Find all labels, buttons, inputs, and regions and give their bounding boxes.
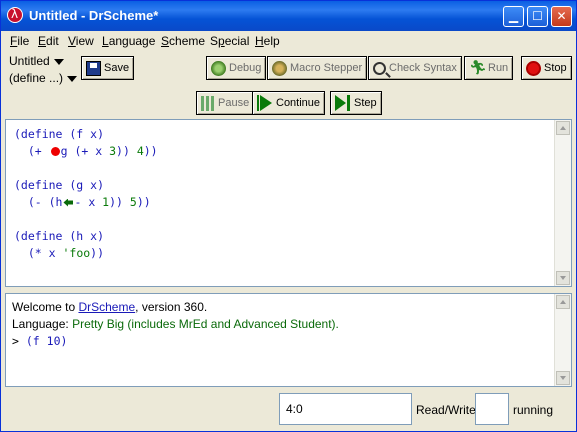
code-line-1: (define (f x) (14, 127, 105, 141)
scroll-down-icon[interactable] (556, 371, 570, 385)
repl-output: Welcome to DrScheme, version 360. Langua… (12, 299, 339, 350)
dropdown-arrow-icon (67, 75, 78, 82)
debug-button[interactable]: Debug (206, 56, 267, 80)
breakpoint-icon[interactable] (50, 147, 60, 156)
save-button[interactable]: Save (81, 56, 135, 80)
menu-scheme[interactable]: Scheme (161, 34, 205, 48)
repl-prompt-line[interactable]: > (f 10) (12, 333, 339, 350)
current-step-arrow-icon[interactable] (63, 198, 74, 207)
welcome-line: Welcome to DrScheme, version 360. (12, 300, 208, 314)
code-line-4: (define (g x) (14, 178, 105, 192)
drscheme-window: Untitled - DrScheme* ▁ ☐ ✕ File Edit Vie… (0, 0, 577, 432)
menu-view[interactable]: View (68, 34, 94, 48)
continue-icon (257, 95, 273, 111)
interactions-pane[interactable]: Welcome to DrScheme, version 360. Langua… (5, 293, 572, 387)
scroll-up-icon[interactable] (556, 295, 570, 309)
window-title: Untitled - DrScheme* (29, 8, 159, 23)
code-line-2: (+ g (+ x 3)) 4)) (14, 144, 158, 158)
interactions-scrollbar[interactable] (554, 294, 571, 386)
maximize-icon: ☐ (532, 9, 543, 23)
macro-stepper-icon (272, 60, 287, 76)
menu-special[interactable]: Special (210, 34, 249, 48)
running-indicator: running (513, 403, 554, 417)
menu-help[interactable]: Help (255, 34, 280, 48)
step-icon (335, 95, 351, 111)
title-bar[interactable]: Untitled - DrScheme* ▁ ☐ ✕ (1, 1, 576, 31)
read-write-indicator[interactable]: Read/Write (416, 403, 476, 417)
floppy-disk-icon (86, 60, 101, 76)
continue-button[interactable]: Continue (252, 91, 326, 115)
menu-file[interactable]: File (10, 34, 29, 48)
definitions-editor[interactable]: (define (f x) (+ g (+ x 3)) 4)) (define … (5, 119, 572, 287)
editor-scrollbar[interactable] (554, 120, 571, 286)
run-button[interactable]: 🏃︎ Run (464, 56, 514, 80)
dropdown-arrow-icon (53, 58, 64, 65)
gc-indicator (475, 393, 509, 425)
scroll-down-icon[interactable] (556, 271, 570, 285)
close-button[interactable]: ✕ (551, 6, 572, 27)
scroll-up-icon[interactable] (556, 121, 570, 135)
drscheme-link[interactable]: DrScheme (78, 300, 135, 314)
menu-language[interactable]: Language (102, 34, 155, 48)
code-line-8: (* x 'foo)) (14, 246, 105, 260)
code-line-5: (- (h - x 1)) 5)) (14, 195, 151, 209)
drscheme-logo-icon (7, 7, 23, 23)
stop-icon (526, 60, 541, 76)
step-button[interactable]: Step (330, 91, 382, 115)
code-line-7: (define (h x) (14, 229, 105, 243)
code-text[interactable]: (define (f x) (+ g (+ x 3)) 4)) (define … (14, 126, 158, 262)
maximize-button[interactable]: ☐ (527, 6, 548, 27)
macro-stepper-button[interactable]: Macro Stepper (267, 56, 368, 80)
close-icon: ✕ (556, 9, 567, 23)
bug-icon (211, 60, 226, 76)
menu-bar: File Edit View Language Scheme Special H… (1, 31, 576, 51)
menu-edit[interactable]: Edit (38, 34, 59, 48)
file-selector[interactable]: Untitled (9, 54, 64, 68)
check-syntax-button[interactable]: Check Syntax (368, 56, 462, 80)
running-man-icon: 🏃︎ (469, 60, 487, 76)
define-selector[interactable]: (define ...) (9, 71, 78, 85)
language-line: Language: Pretty Big (includes MrEd and … (12, 317, 339, 331)
pause-button[interactable]: Pause (196, 91, 255, 115)
minimize-icon: ▁ (508, 9, 519, 23)
cursor-position-field: 4:0 (279, 393, 412, 425)
pause-icon (201, 95, 215, 111)
stop-button[interactable]: Stop (521, 56, 572, 80)
minimize-button[interactable]: ▁ (503, 6, 524, 27)
toolbar-area: Untitled (define ...) Save Debug Macro S… (1, 51, 576, 119)
status-bar: 4:0 Read/Write running (1, 389, 576, 431)
magnifier-icon (373, 61, 386, 75)
